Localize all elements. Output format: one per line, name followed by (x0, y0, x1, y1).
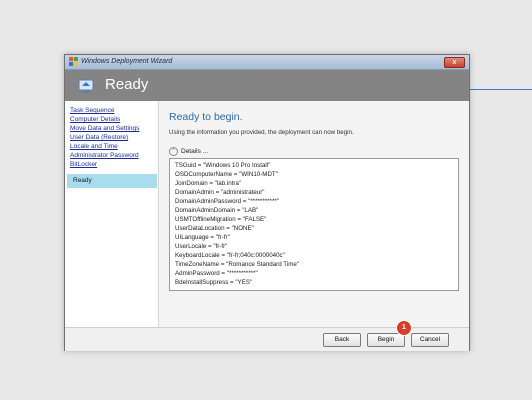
title-bar: Windows Deployment Wizard x (65, 55, 469, 70)
back-button[interactable]: Back (323, 333, 361, 347)
deployment-icon (78, 79, 94, 93)
details-toggle[interactable]: ⌃ Details ... (169, 147, 208, 156)
page-title: Ready (105, 76, 149, 93)
window-title: Windows Deployment Wizard (81, 58, 173, 65)
content-heading: Ready to begin. (169, 111, 243, 123)
detail-line: UserDataLocation = "NONE" (175, 225, 254, 232)
sidebar-item-admin-password[interactable]: Administrator Password (70, 152, 139, 160)
close-button[interactable]: x (444, 57, 465, 68)
detail-line: DomainAdmin = "administrateur" (175, 189, 265, 196)
sidebar-item-user-data-restore[interactable]: User Data (Restore) (70, 134, 128, 142)
cancel-button[interactable]: Cancel (411, 333, 449, 347)
wizard-window: Windows Deployment Wizard x Ready Task S… (64, 54, 470, 351)
sidebar-item-computer-details[interactable]: Computer Details (70, 116, 120, 124)
detail-line: TimeZoneName = "Romance Standard Time" (175, 261, 300, 268)
sidebar-item-task-sequence[interactable]: Task Sequence (70, 107, 114, 115)
callout-line (468, 89, 532, 90)
sidebar-item-locale-time[interactable]: Locale and Time (70, 143, 118, 151)
detail-line: JoinDomain = "lab.intra" (175, 180, 242, 187)
main-content: Ready to begin. Using the information yo… (159, 101, 469, 327)
wizard-sidebar: Task Sequence Computer Details Move Data… (65, 101, 159, 327)
begin-button[interactable]: Begin (367, 333, 405, 347)
detail-line: KeyboardLocale = "fr-fr;040c:0000040c" (175, 252, 285, 259)
content-subtitle: Using the information you provided, the … (169, 129, 354, 136)
detail-line: UserLocale = "fr-fr" (175, 243, 228, 250)
sidebar-item-ready[interactable]: Ready (67, 174, 157, 188)
sidebar-item-move-data[interactable]: Move Data and Settings (70, 125, 139, 133)
detail-line: DomainAdminPassword = "***********" (175, 198, 279, 205)
details-label: Details ... (181, 148, 209, 156)
detail-line: AdminPassword = "***********" (175, 270, 258, 277)
sidebar-item-bitlocker[interactable]: BitLocker (70, 161, 97, 169)
step-badge: 1 (396, 320, 412, 336)
chevron-up-icon: ⌃ (169, 147, 178, 156)
sidebar-item-ready-label: Ready (73, 177, 92, 184)
detail-line: TSGuid = "Windows 10 Pro Install" (175, 162, 271, 169)
detail-line: BdeInstallSuppress = "YES" (175, 279, 253, 286)
detail-line: UILanguage = "fr-fr" (175, 234, 230, 241)
detail-line: OSDComputerName = "WIN10-MDT" (175, 171, 278, 178)
page-header: Ready (65, 70, 469, 101)
details-box[interactable]: TSGuid = "Windows 10 Pro Install" OSDCom… (169, 158, 459, 291)
detail-line: DomainAdminDomain = "LAB" (175, 207, 259, 214)
detail-line: USMTOfflineMigration = "FALSE" (175, 216, 267, 223)
app-icon (69, 57, 78, 66)
